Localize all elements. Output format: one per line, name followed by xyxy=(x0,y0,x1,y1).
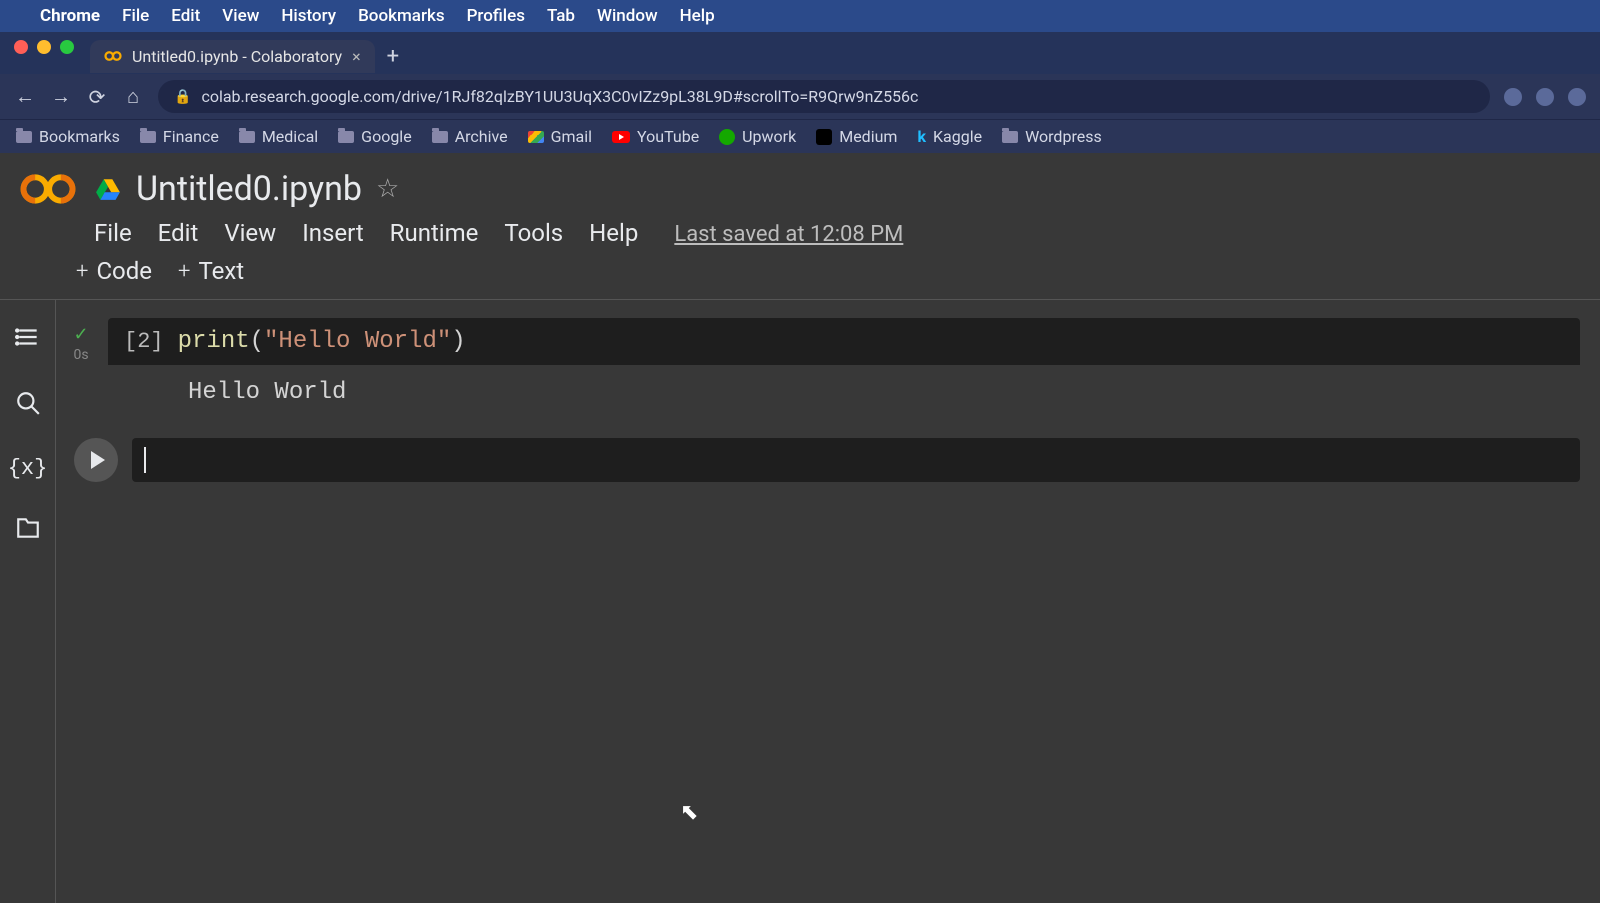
colab-favicon-icon xyxy=(104,47,122,65)
colab-app: Untitled0.ipynb ☆ File Edit View Insert … xyxy=(0,153,1600,903)
colab-menu-edit[interactable]: Edit xyxy=(158,219,199,247)
table-of-contents-icon[interactable] xyxy=(15,324,41,356)
macos-menubar: Chrome File Edit View History Bookmarks … xyxy=(0,0,1600,32)
save-status[interactable]: Last saved at 12:08 PM xyxy=(674,222,903,247)
code-content: print("Hello World") xyxy=(178,328,466,355)
extension-icons xyxy=(1504,88,1586,106)
checkmark-icon: ✓ xyxy=(73,324,88,345)
bookmark-archive[interactable]: Archive xyxy=(432,127,508,146)
bookmark-medical[interactable]: Medical xyxy=(239,127,318,146)
code-editor[interactable]: [2] print("Hello World") xyxy=(108,318,1580,365)
url-text: colab.research.google.com/drive/1RJf82ql… xyxy=(201,87,918,106)
bookmark-upwork[interactable]: Upwork xyxy=(719,127,796,146)
folder-icon xyxy=(1002,131,1018,143)
browser-tab-active[interactable]: Untitled0.ipynb - Colaboratory × xyxy=(90,40,375,73)
run-cell-button[interactable] xyxy=(74,438,118,482)
folder-icon xyxy=(338,131,354,143)
back-button[interactable]: ← xyxy=(14,84,36,109)
colab-menu-insert[interactable]: Insert xyxy=(302,219,363,247)
macos-menu-history[interactable]: History xyxy=(281,6,336,26)
code-cell-empty[interactable] xyxy=(74,438,1580,482)
extension-icon[interactable] xyxy=(1504,88,1522,106)
execution-count: [2] xyxy=(124,329,164,354)
cell-output: Hello World xyxy=(108,365,1580,420)
colab-menu-view[interactable]: View xyxy=(224,219,276,247)
macos-menu-window[interactable]: Window xyxy=(597,6,658,26)
kaggle-icon: k xyxy=(917,127,926,146)
browser-toolbar: ← → ⟳ ⌂ 🔒 colab.research.google.com/driv… xyxy=(0,74,1600,119)
forward-button[interactable]: → xyxy=(50,84,72,109)
bookmark-google[interactable]: Google xyxy=(338,127,412,146)
execution-time: 0s xyxy=(73,347,88,363)
home-button[interactable]: ⌂ xyxy=(122,84,144,109)
macos-menu-edit[interactable]: Edit xyxy=(171,6,200,26)
macos-menu-bookmarks[interactable]: Bookmarks xyxy=(358,6,445,26)
colab-logo-icon[interactable] xyxy=(20,169,76,209)
notebook-title-row: Untitled0.ipynb ☆ xyxy=(94,169,1580,209)
folder-icon xyxy=(140,131,156,143)
search-icon[interactable] xyxy=(15,390,41,422)
folder-icon xyxy=(432,131,448,143)
address-bar[interactable]: 🔒 colab.research.google.com/drive/1RJf82… xyxy=(158,80,1490,113)
macos-menu-view[interactable]: View xyxy=(222,6,259,26)
star-icon[interactable]: ☆ xyxy=(376,174,399,204)
tab-title: Untitled0.ipynb - Colaboratory xyxy=(132,47,342,66)
tab-close-icon[interactable]: × xyxy=(352,47,361,66)
variables-icon[interactable]: {x} xyxy=(8,456,48,481)
gmail-icon xyxy=(528,131,544,143)
reload-button[interactable]: ⟳ xyxy=(86,85,108,109)
notebook-filename[interactable]: Untitled0.ipynb xyxy=(136,169,362,209)
files-icon[interactable] xyxy=(15,515,41,547)
folder-icon xyxy=(16,131,32,143)
lock-icon: 🔒 xyxy=(174,89,191,105)
left-sidebar: {x} xyxy=(0,300,56,903)
new-tab-button[interactable]: + xyxy=(387,44,399,69)
extension-icon[interactable] xyxy=(1568,88,1586,106)
macos-app-name[interactable]: Chrome xyxy=(40,6,100,26)
colab-menu-help[interactable]: Help xyxy=(589,219,638,247)
bookmark-kaggle[interactable]: kKaggle xyxy=(917,127,982,146)
chrome-window: Untitled0.ipynb - Colaboratory × + ← → ⟳… xyxy=(0,32,1600,153)
add-text-cell-button[interactable]: +Text xyxy=(178,257,244,285)
bookmark-youtube[interactable]: YouTube xyxy=(612,127,699,146)
colab-header: Untitled0.ipynb ☆ File Edit View Insert … xyxy=(0,153,1600,247)
bookmark-wordpress[interactable]: Wordpress xyxy=(1002,127,1102,146)
notebook-area[interactable]: ✓ 0s [2] print("Hello World") Hello Worl… xyxy=(56,300,1600,903)
colab-menu-file[interactable]: File xyxy=(94,219,132,247)
colab-toolbar: +Code +Text xyxy=(0,247,1600,300)
tab-strip: Untitled0.ipynb - Colaboratory × + xyxy=(0,38,1600,74)
extension-icon[interactable] xyxy=(1536,88,1554,106)
google-drive-icon xyxy=(94,176,122,202)
medium-icon xyxy=(816,129,832,145)
bookmark-bookmarks[interactable]: Bookmarks xyxy=(16,127,120,146)
colab-menu-runtime[interactable]: Runtime xyxy=(390,219,479,247)
bookmarks-bar: Bookmarks Finance Medical Google Archive… xyxy=(0,119,1600,153)
colab-menubar: File Edit View Insert Runtime Tools Help… xyxy=(94,219,1580,247)
folder-icon xyxy=(239,131,255,143)
text-cursor xyxy=(144,447,146,473)
macos-menu-profiles[interactable]: Profiles xyxy=(467,6,525,26)
code-cell-executed[interactable]: ✓ 0s [2] print("Hello World") Hello Worl… xyxy=(64,318,1580,420)
execution-indicator: ✓ 0s xyxy=(64,318,98,420)
bookmark-finance[interactable]: Finance xyxy=(140,127,219,146)
code-editor-empty[interactable] xyxy=(132,438,1580,482)
colab-menu-tools[interactable]: Tools xyxy=(504,219,563,247)
bookmark-gmail[interactable]: Gmail xyxy=(528,127,592,146)
colab-body: {x} ✓ 0s [2] print("Hello World") xyxy=(0,300,1600,903)
youtube-icon xyxy=(612,131,630,143)
upwork-icon xyxy=(719,129,735,145)
macos-menu-tab[interactable]: Tab xyxy=(547,6,575,26)
macos-menu-file[interactable]: File xyxy=(122,6,149,26)
bookmark-medium[interactable]: Medium xyxy=(816,127,897,146)
add-code-cell-button[interactable]: +Code xyxy=(76,257,152,285)
macos-menu-help[interactable]: Help xyxy=(680,6,715,26)
